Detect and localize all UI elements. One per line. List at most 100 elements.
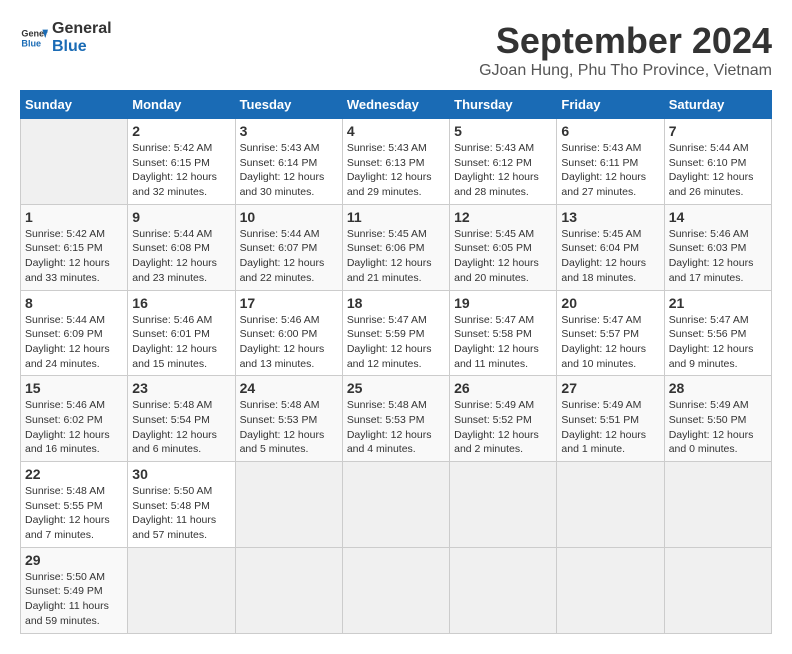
day-number: 9 [132, 209, 230, 225]
calendar-cell: 16Sunrise: 5:46 AM Sunset: 6:01 PM Dayli… [128, 290, 235, 376]
calendar-cell: 15 Sunrise: 5:46 AM Sunset: 6:02 PM Dayli… [21, 376, 128, 462]
day-number: 28 [669, 380, 767, 396]
day-number: 26 [454, 380, 552, 396]
calendar-cell: 26 Sunrise: 5:49 AM Sunset: 5:52 PM Dayli… [450, 376, 557, 462]
day-detail: Sunrise: 5:49 AM Sunset: 5:51 PM Dayligh… [561, 398, 659, 457]
day-detail: Sunrise: 5:43 AM Sunset: 6:14 PM Dayligh… [240, 141, 338, 200]
day-number: 13 [561, 209, 659, 225]
calendar-cell [557, 547, 664, 633]
day-number: 15 [25, 380, 123, 396]
calendar-cell: 4Sunrise: 5:43 AM Sunset: 6:13 PM Daylig… [342, 119, 449, 205]
calendar-cell: 30 Sunrise: 5:50 AM Sunset: 5:48 PM Dayli… [128, 462, 235, 548]
day-detail: Sunrise: 5:47 AM Sunset: 5:56 PM Dayligh… [669, 313, 767, 372]
day-detail: Sunrise: 5:48 AM Sunset: 5:55 PM Dayligh… [25, 484, 123, 543]
calendar-cell: 11 Sunrise: 5:45 AM Sunset: 6:06 PM Dayli… [342, 204, 449, 290]
day-number: 8 [25, 295, 123, 311]
day-number: 30 [132, 466, 230, 482]
day-detail: Sunrise: 5:42 AM Sunset: 6:15 PM Dayligh… [132, 141, 230, 200]
day-detail: Sunrise: 5:47 AM Sunset: 5:58 PM Dayligh… [454, 313, 552, 372]
calendar-cell: 20 Sunrise: 5:47 AM Sunset: 5:57 PM Dayli… [557, 290, 664, 376]
day-detail: Sunrise: 5:44 AM Sunset: 6:07 PM Dayligh… [240, 227, 338, 286]
calendar-cell: 19Sunrise: 5:47 AM Sunset: 5:58 PM Dayli… [450, 290, 557, 376]
day-number: 11 [347, 209, 445, 225]
calendar-cell [21, 119, 128, 205]
header-friday: Friday [557, 91, 664, 119]
day-detail: Sunrise: 5:43 AM Sunset: 6:11 PM Dayligh… [561, 141, 659, 200]
day-number: 1 [25, 209, 123, 225]
day-number: 4 [347, 123, 445, 139]
header-monday: Monday [128, 91, 235, 119]
svg-text:Blue: Blue [21, 38, 41, 48]
day-number: 23 [132, 380, 230, 396]
calendar-cell [664, 462, 771, 548]
header-wednesday: Wednesday [342, 91, 449, 119]
day-detail: Sunrise: 5:44 AM Sunset: 6:09 PM Dayligh… [25, 313, 123, 372]
day-number: 27 [561, 380, 659, 396]
day-detail: Sunrise: 5:45 AM Sunset: 6:04 PM Dayligh… [561, 227, 659, 286]
day-number: 29 [25, 552, 123, 568]
logo: General Blue General Blue [20, 20, 112, 55]
day-detail: Sunrise: 5:50 AM Sunset: 5:48 PM Dayligh… [132, 484, 230, 543]
calendar-cell: 17 Sunrise: 5:46 AM Sunset: 6:00 PM Dayli… [235, 290, 342, 376]
day-number: 14 [669, 209, 767, 225]
day-detail: Sunrise: 5:49 AM Sunset: 5:52 PM Dayligh… [454, 398, 552, 457]
day-detail: Sunrise: 5:47 AM Sunset: 5:57 PM Dayligh… [561, 313, 659, 372]
day-number: 2 [132, 123, 230, 139]
day-detail: Sunrise: 5:46 AM Sunset: 6:02 PM Dayligh… [25, 398, 123, 457]
calendar-cell: 25Sunrise: 5:48 AM Sunset: 5:53 PM Dayli… [342, 376, 449, 462]
calendar-cell: 2 Sunrise: 5:42 AM Sunset: 6:15 PM Daylig… [128, 119, 235, 205]
calendar-cell: 1 Sunrise: 5:42 AM Sunset: 6:15 PM Daylig… [21, 204, 128, 290]
header-sunday: Sunday [21, 91, 128, 119]
header-tuesday: Tuesday [235, 91, 342, 119]
day-number: 18 [347, 295, 445, 311]
calendar-title: September 2024 [479, 20, 772, 62]
calendar-cell: 18 Sunrise: 5:47 AM Sunset: 5:59 PM Dayli… [342, 290, 449, 376]
calendar-cell [235, 462, 342, 548]
calendar-cell [557, 462, 664, 548]
day-detail: Sunrise: 5:47 AM Sunset: 5:59 PM Dayligh… [347, 313, 445, 372]
day-number: 21 [669, 295, 767, 311]
title-area: September 2024 GJoan Hung, Phu Tho Provi… [479, 20, 772, 80]
day-detail: Sunrise: 5:46 AM Sunset: 6:00 PM Dayligh… [240, 313, 338, 372]
calendar-cell [342, 462, 449, 548]
calendar-week-3: 15 Sunrise: 5:46 AM Sunset: 6:02 PM Dayli… [21, 376, 772, 462]
calendar-cell [450, 462, 557, 548]
day-detail: Sunrise: 5:45 AM Sunset: 6:06 PM Dayligh… [347, 227, 445, 286]
calendar-cell: 5Sunrise: 5:43 AM Sunset: 6:12 PM Daylig… [450, 119, 557, 205]
day-detail: Sunrise: 5:45 AM Sunset: 6:05 PM Dayligh… [454, 227, 552, 286]
day-number: 22 [25, 466, 123, 482]
day-detail: Sunrise: 5:44 AM Sunset: 6:08 PM Dayligh… [132, 227, 230, 286]
header-thursday: Thursday [450, 91, 557, 119]
day-detail: Sunrise: 5:44 AM Sunset: 6:10 PM Dayligh… [669, 141, 767, 200]
calendar-cell: 12 Sunrise: 5:45 AM Sunset: 6:05 PM Dayli… [450, 204, 557, 290]
calendar-week-2: 8 Sunrise: 5:44 AM Sunset: 6:09 PM Daylig… [21, 290, 772, 376]
calendar-cell: 27 Sunrise: 5:49 AM Sunset: 5:51 PM Dayli… [557, 376, 664, 462]
day-number: 17 [240, 295, 338, 311]
day-number: 7 [669, 123, 767, 139]
day-number: 3 [240, 123, 338, 139]
calendar-cell [450, 547, 557, 633]
day-detail: Sunrise: 5:50 AM Sunset: 5:49 PM Dayligh… [25, 570, 123, 629]
calendar-table: SundayMondayTuesdayWednesdayThursdayFrid… [20, 90, 772, 634]
day-detail: Sunrise: 5:46 AM Sunset: 6:03 PM Dayligh… [669, 227, 767, 286]
logo-general: General [52, 20, 112, 38]
day-detail: Sunrise: 5:48 AM Sunset: 5:53 PM Dayligh… [240, 398, 338, 457]
day-number: 20 [561, 295, 659, 311]
calendar-cell: 8 Sunrise: 5:44 AM Sunset: 6:09 PM Daylig… [21, 290, 128, 376]
calendar-cell: 24Sunrise: 5:48 AM Sunset: 5:53 PM Dayli… [235, 376, 342, 462]
calendar-subtitle: GJoan Hung, Phu Tho Province, Vietnam [479, 62, 772, 80]
logo-blue: Blue [52, 38, 112, 56]
calendar-cell: 23Sunrise: 5:48 AM Sunset: 5:54 PM Dayli… [128, 376, 235, 462]
day-detail: Sunrise: 5:42 AM Sunset: 6:15 PM Dayligh… [25, 227, 123, 286]
calendar-cell: 13 Sunrise: 5:45 AM Sunset: 6:04 PM Dayli… [557, 204, 664, 290]
day-detail: Sunrise: 5:43 AM Sunset: 6:12 PM Dayligh… [454, 141, 552, 200]
day-number: 6 [561, 123, 659, 139]
header: General Blue General Blue September 2024… [20, 20, 772, 80]
day-number: 12 [454, 209, 552, 225]
day-number: 25 [347, 380, 445, 396]
day-number: 10 [240, 209, 338, 225]
calendar-week-4: 22 Sunrise: 5:48 AM Sunset: 5:55 PM Dayli… [21, 462, 772, 548]
day-detail: Sunrise: 5:49 AM Sunset: 5:50 PM Dayligh… [669, 398, 767, 457]
day-detail: Sunrise: 5:46 AM Sunset: 6:01 PM Dayligh… [132, 313, 230, 372]
calendar-cell: 29 Sunrise: 5:50 AM Sunset: 5:49 PM Dayli… [21, 547, 128, 633]
